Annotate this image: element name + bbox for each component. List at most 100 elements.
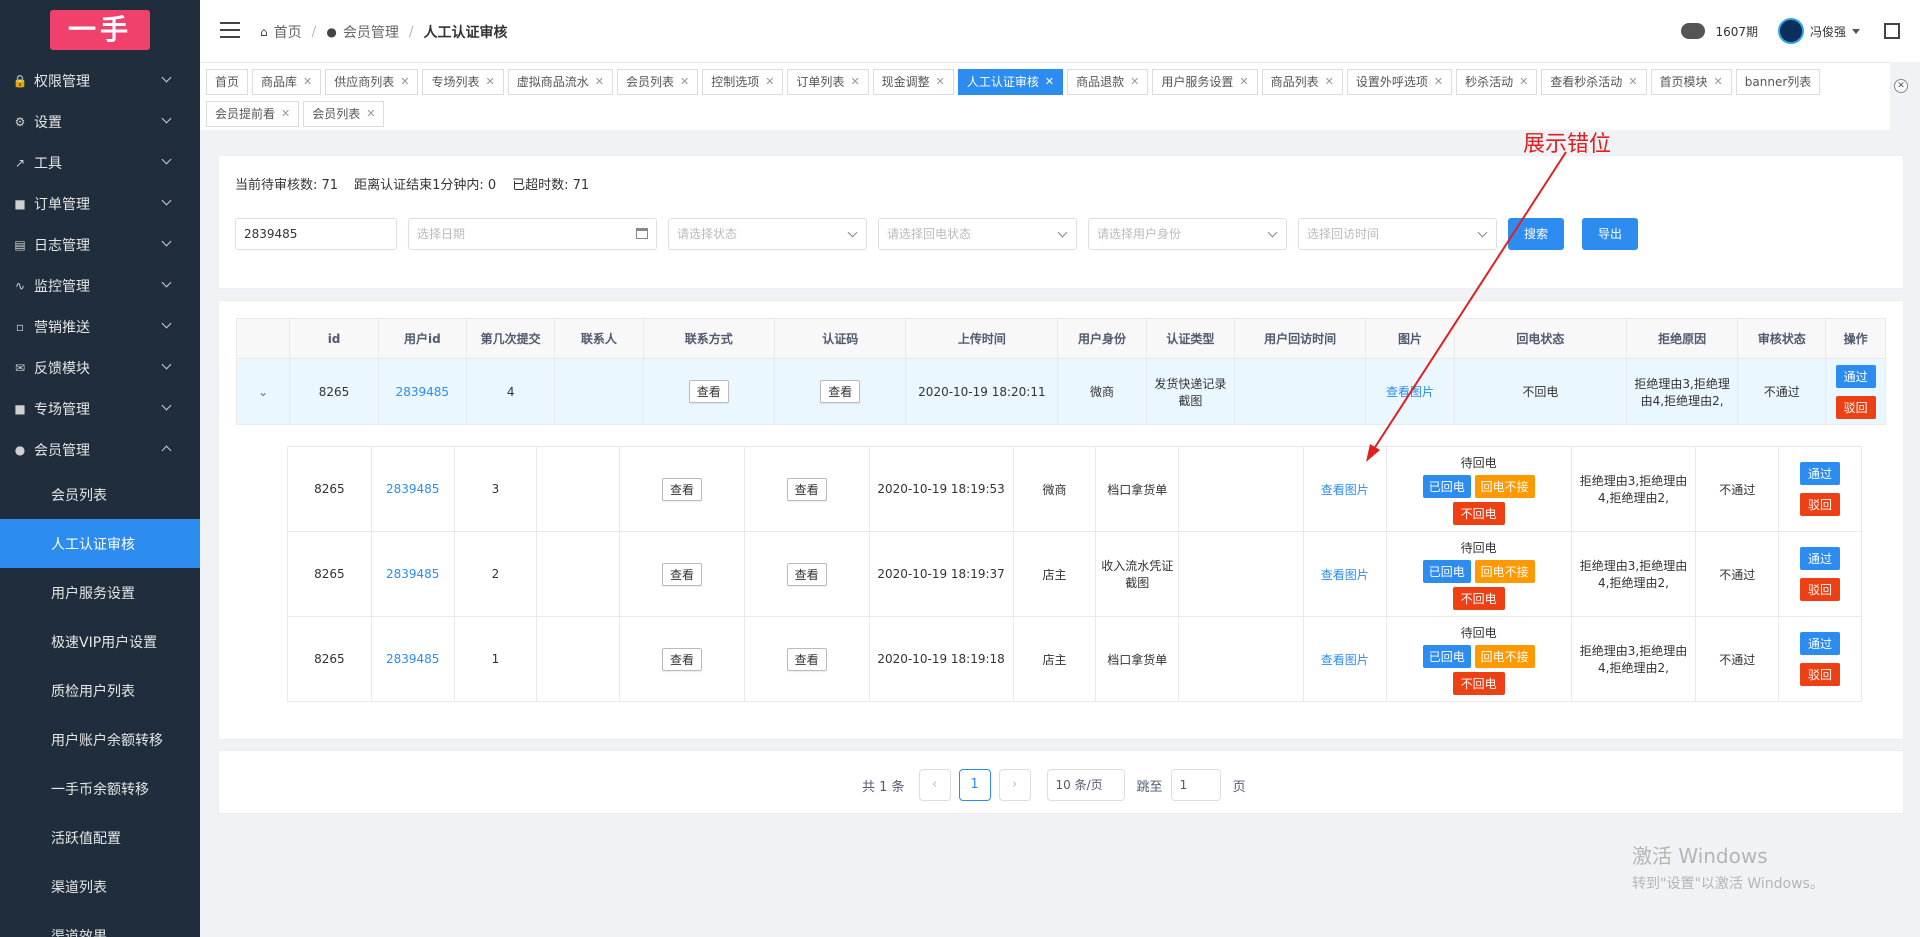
view-contact-button[interactable]: 查看 [661,647,702,671]
close-icon[interactable]: ✕ [400,70,409,94]
user-id-input[interactable]: 2839485 [235,218,397,250]
reject-button[interactable]: 驳回 [1835,395,1876,419]
close-icon[interactable]: ✕ [1130,70,1139,94]
view-image-link[interactable]: 查看图片 [1386,385,1434,399]
close-icon[interactable]: ✕ [1434,70,1443,94]
close-icon[interactable]: ✕ [765,70,774,94]
caret-down-icon[interactable] [1852,28,1860,34]
tab-special-list[interactable]: 专场列表 ✕ [422,69,504,95]
sidebar-item-logs[interactable]: ▤ 日志管理 [0,224,200,265]
tab-member-list-2[interactable]: 会员列表 ✕ [303,101,385,127]
reject-button[interactable]: 驳回 [1800,578,1841,601]
close-icon[interactable]: ✕ [680,70,689,94]
no-answer-button[interactable]: 回电不接 [1474,644,1535,668]
view-code-button[interactable]: 查看 [820,380,861,403]
no-call-button[interactable]: 不回电 [1452,586,1505,610]
pass-button[interactable]: 通过 [1800,547,1841,570]
status-select[interactable]: 请选择状态 [668,218,867,250]
tab-virtual-flow[interactable]: 虚拟商品流水 ✕ [507,69,613,95]
sidebar-subitem-manual-auth[interactable]: 人工认证审核 [0,519,200,568]
no-call-button[interactable]: 不回电 [1452,501,1505,525]
callback-select[interactable]: 请选择回电状态 [878,218,1077,250]
user-id-link[interactable]: 2839485 [386,652,439,666]
close-icon[interactable]: ✕ [486,70,495,94]
sidebar-item-monitor[interactable]: ∿ 监控管理 [0,265,200,306]
tab-flash-sale[interactable]: 秒杀活动 ✕ [1456,69,1538,95]
tab-cash-adjust[interactable]: 现金调整 ✕ [872,69,954,95]
close-icon[interactable]: ✕ [1519,70,1528,94]
tab-member-preview[interactable]: 会员提前看 ✕ [206,101,300,127]
prev-page-button[interactable]: ‹ [918,769,951,801]
visit-time-select[interactable]: 选择回访时间 [1298,218,1497,250]
search-button[interactable]: 搜索 [1508,218,1564,250]
close-icon[interactable]: ✕ [281,102,290,126]
sidebar-item-marketing[interactable]: ▫ 营销推送 [0,306,200,347]
called-button[interactable]: 已回电 [1422,644,1471,668]
close-icon[interactable]: ✕ [1045,70,1054,94]
expand-toggle[interactable]: ⌄ [235,358,291,425]
sidebar-item-tools[interactable]: ↗ 工具 [0,142,200,183]
close-icon[interactable]: ✕ [850,70,859,94]
user-id-link[interactable]: 2839485 [386,482,439,496]
view-contact-button[interactable]: 查看 [688,380,729,403]
tab-view-flash-sale[interactable]: 查看秒杀活动 ✕ [1541,69,1647,95]
view-contact-button[interactable]: 查看 [661,562,702,586]
user-name[interactable]: 冯俊强 [1810,23,1846,40]
close-icon[interactable]: ✕ [1714,70,1723,94]
next-page-button[interactable]: › [998,769,1031,801]
page-number[interactable]: 1 [958,769,991,801]
tab-manual-auth[interactable]: 人工认证审核 ✕ [957,69,1064,95]
avatar[interactable] [1777,18,1804,44]
view-code-button[interactable]: 查看 [786,477,827,501]
sidebar-subitem-user-service[interactable]: 用户服务设置 [0,568,200,617]
export-button[interactable]: 导出 [1582,218,1638,250]
menu-toggle-icon[interactable] [220,22,240,38]
sidebar-item-special[interactable]: ■ 专场管理 [0,388,200,429]
close-icon[interactable]: ✕ [1239,70,1248,94]
close-icon[interactable]: ✕ [1325,70,1334,94]
view-image-link[interactable]: 查看图片 [1321,483,1369,497]
close-icon[interactable]: ✕ [366,102,375,126]
view-contact-button[interactable]: 查看 [661,477,702,501]
sidebar-item-feedback[interactable]: ✉ 反馈模块 [0,347,200,388]
close-icon[interactable]: ✕ [936,70,945,94]
chevron-down-icon[interactable]: ⌄ [258,385,268,399]
user-id-link[interactable]: 2839485 [386,567,439,581]
tab-order-list[interactable]: 订单列表 ✕ [787,69,869,95]
reject-button[interactable]: 驳回 [1800,493,1841,516]
view-code-button[interactable]: 查看 [786,562,827,586]
view-image-link[interactable]: 查看图片 [1321,653,1369,667]
sidebar-subitem-channel-effect[interactable]: 渠道效果 [0,911,200,937]
close-all-tabs-icon[interactable]: ✕ [1894,79,1908,93]
tab-refund[interactable]: 商品退款 ✕ [1067,69,1149,95]
date-picker[interactable]: 选择日期 [408,218,657,250]
no-answer-button[interactable]: 回电不接 [1474,474,1535,498]
sidebar-subitem-vip-settings[interactable]: 极速VIP用户设置 [0,617,200,666]
sidebar-item-members[interactable]: ● 会员管理 [0,429,200,470]
fullscreen-icon[interactable] [1884,23,1900,39]
sidebar-subitem-coin-transfer[interactable]: 一手币余额转移 [0,764,200,813]
sidebar-subitem-activity-config[interactable]: 活跃值配置 [0,813,200,862]
close-icon[interactable]: ✕ [1628,70,1637,94]
jump-input[interactable]: 1 [1170,769,1221,801]
page-size-select[interactable]: 10 条/页 [1046,769,1125,801]
sidebar-subitem-member-list[interactable]: 会员列表 [0,470,200,519]
reject-button[interactable]: 驳回 [1800,663,1841,686]
pass-button[interactable]: 通过 [1835,364,1876,388]
sidebar-item-orders[interactable]: ■ 订单管理 [0,183,200,224]
sidebar-item-settings[interactable]: ⚙ 设置 [0,101,200,142]
sidebar-subitem-balance-transfer[interactable]: 用户账户余额转移 [0,715,200,764]
tab-outbound-call[interactable]: 设置外呼选项 ✕ [1346,69,1453,95]
pass-button[interactable]: 通过 [1800,632,1841,655]
called-button[interactable]: 已回电 [1422,559,1471,583]
tab-product-list[interactable]: 商品列表 ✕ [1261,69,1343,95]
view-image-link[interactable]: 查看图片 [1321,568,1369,582]
tab-supplier-list[interactable]: 供应商列表 ✕ [325,69,419,95]
tab-home-module[interactable]: 首页模块 ✕ [1650,69,1732,95]
no-answer-button[interactable]: 回电不接 [1474,559,1535,583]
tab-member-list[interactable]: 会员列表 ✕ [616,69,699,95]
user-id-link[interactable]: 2839485 [396,385,449,399]
identity-select[interactable]: 请选择用户身份 [1088,218,1287,250]
close-icon[interactable]: ✕ [595,70,604,94]
tab-banner-list[interactable]: banner列表 [1735,69,1821,95]
